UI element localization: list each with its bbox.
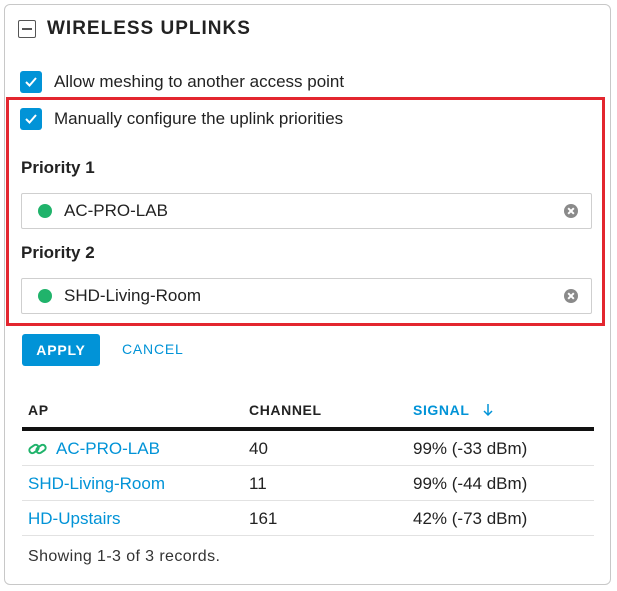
signal-cell: 99% (-33 dBm) [413, 439, 528, 458]
records-summary: Showing 1-3 of 3 records. [28, 548, 221, 565]
channel-cell: 11 [249, 474, 267, 493]
section-header: WIRELESS UPLINKS [18, 18, 251, 40]
ap-name-link[interactable]: AC-PRO-LAB [28, 439, 160, 459]
status-dot-icon [38, 204, 52, 218]
column-header-signal[interactable]: SIGNAL [413, 402, 494, 418]
ap-name-link[interactable]: SHD-Living-Room [28, 474, 165, 494]
column-header-signal-label: SIGNAL [413, 402, 470, 418]
table-header: AP CHANNEL SIGNAL [22, 398, 594, 428]
table-row: AC-PRO-LAB 40 99% (-33 dBm) [22, 431, 594, 466]
priority-2-value: SHD-Living-Room [64, 286, 201, 305]
allow-meshing-checkbox[interactable] [20, 71, 42, 93]
manual-priorities-option[interactable]: Manually configure the uplink priorities [20, 108, 343, 130]
column-header-channel[interactable]: CHANNEL [249, 402, 322, 418]
checkmark-icon [25, 114, 37, 124]
clear-icon[interactable] [564, 204, 578, 218]
manual-priorities-checkbox[interactable] [20, 108, 42, 130]
section-title: WIRELESS UPLINKS [47, 18, 251, 39]
manual-priorities-label: Manually configure the uplink priorities [54, 109, 344, 128]
link-icon [28, 443, 47, 455]
channel-cell: 40 [249, 439, 268, 458]
signal-cell: 99% (-44 dBm) [413, 474, 528, 493]
priority-2-label: Priority 2 [21, 243, 95, 262]
allow-meshing-label: Allow meshing to another access point [54, 72, 345, 91]
ap-name: AC-PRO-LAB [56, 439, 160, 458]
priority-2-select[interactable]: SHD-Living-Room [21, 278, 592, 314]
priority-1-value: AC-PRO-LAB [64, 201, 168, 220]
cancel-button[interactable]: CANCEL [122, 341, 184, 357]
apply-button[interactable]: APPLY [22, 334, 100, 366]
arrow-down-icon [483, 404, 493, 417]
checkmark-icon [25, 77, 37, 87]
priority-1-label: Priority 1 [21, 158, 95, 177]
allow-meshing-option[interactable]: Allow meshing to another access point [20, 71, 344, 93]
signal-cell: 42% (-73 dBm) [413, 509, 528, 528]
table-row: HD-Upstairs 161 42% (-73 dBm) [22, 501, 594, 536]
column-header-ap[interactable]: AP [28, 402, 49, 418]
ap-name-link[interactable]: HD-Upstairs [28, 509, 121, 529]
status-dot-icon [38, 289, 52, 303]
table-row: SHD-Living-Room 11 99% (-44 dBm) [22, 466, 594, 501]
channel-cell: 161 [249, 509, 278, 528]
priority-1-select[interactable]: AC-PRO-LAB [21, 193, 592, 229]
collapse-icon[interactable] [18, 20, 36, 38]
clear-icon[interactable] [564, 289, 578, 303]
